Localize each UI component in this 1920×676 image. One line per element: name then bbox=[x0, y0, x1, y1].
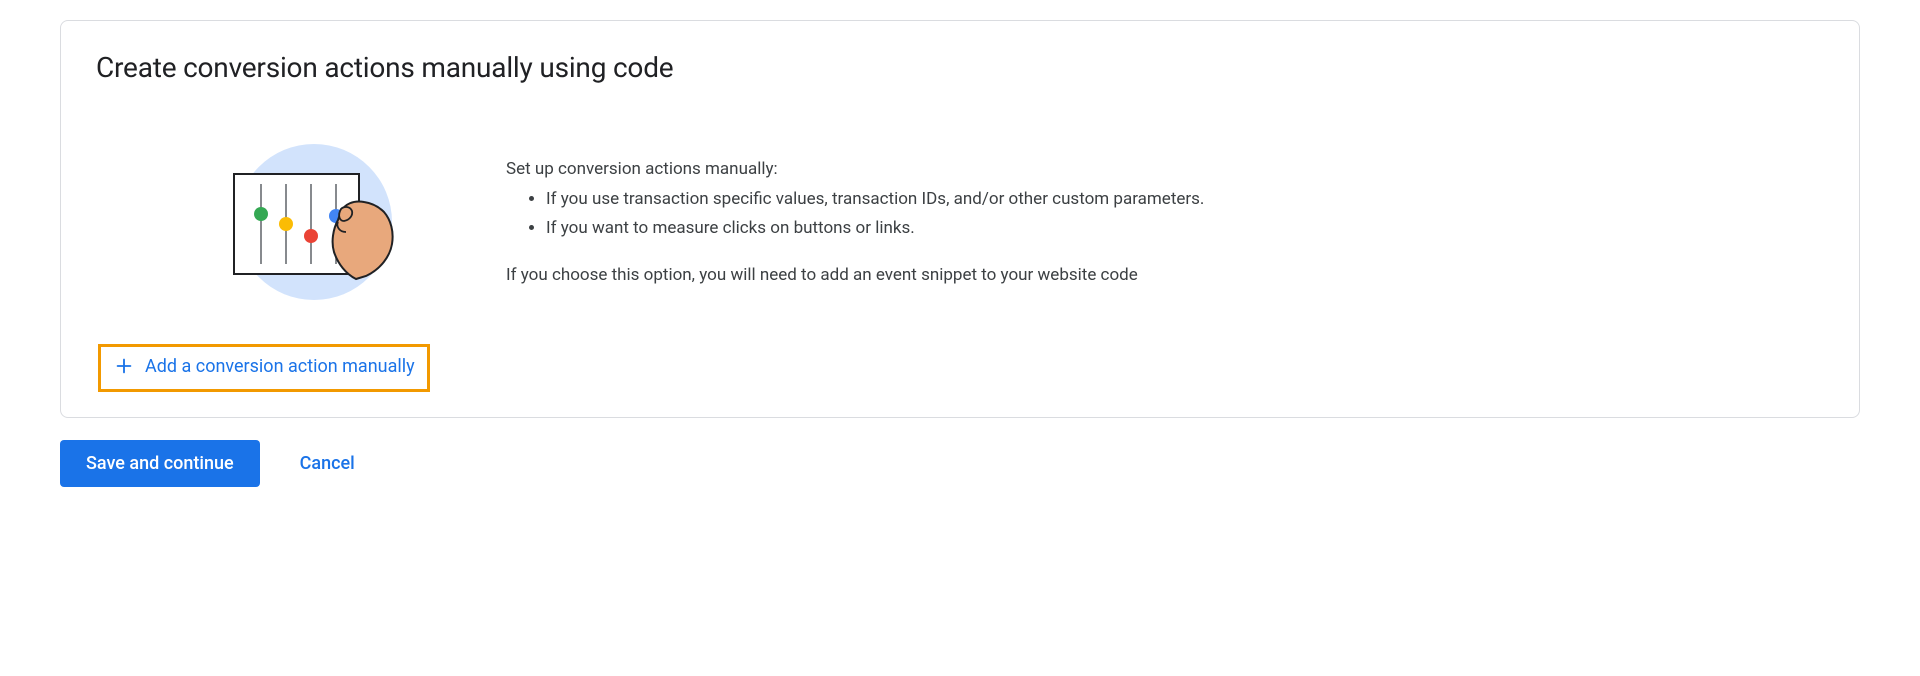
card-title: Create conversion actions manually using… bbox=[96, 51, 1824, 84]
save-and-continue-button[interactable]: Save and continue bbox=[60, 440, 260, 487]
bullet-list: If you use transaction specific values, … bbox=[506, 185, 1824, 243]
intro-text: Set up conversion actions manually: bbox=[506, 159, 1824, 179]
manual-conversion-card: Create conversion actions manually using… bbox=[60, 20, 1860, 418]
plus-icon bbox=[113, 355, 135, 377]
add-action-highlight-box: Add a conversion action manually bbox=[98, 344, 430, 392]
footer-button-row: Save and continue Cancel bbox=[60, 440, 1860, 487]
bullet-item: If you use transaction specific values, … bbox=[546, 185, 1824, 214]
note-text: If you choose this option, you will need… bbox=[506, 265, 1824, 285]
illustration-column bbox=[96, 134, 406, 304]
bullet-item: If you want to measure clicks on buttons… bbox=[546, 214, 1824, 243]
add-action-label: Add a conversion action manually bbox=[145, 356, 415, 377]
cancel-button[interactable]: Cancel bbox=[300, 453, 355, 474]
content-row: Set up conversion actions manually: If y… bbox=[96, 134, 1824, 304]
sliders-hand-illustration-icon bbox=[216, 144, 406, 304]
description-column: Set up conversion actions manually: If y… bbox=[506, 134, 1824, 285]
add-conversion-action-button[interactable]: Add a conversion action manually bbox=[113, 355, 415, 377]
